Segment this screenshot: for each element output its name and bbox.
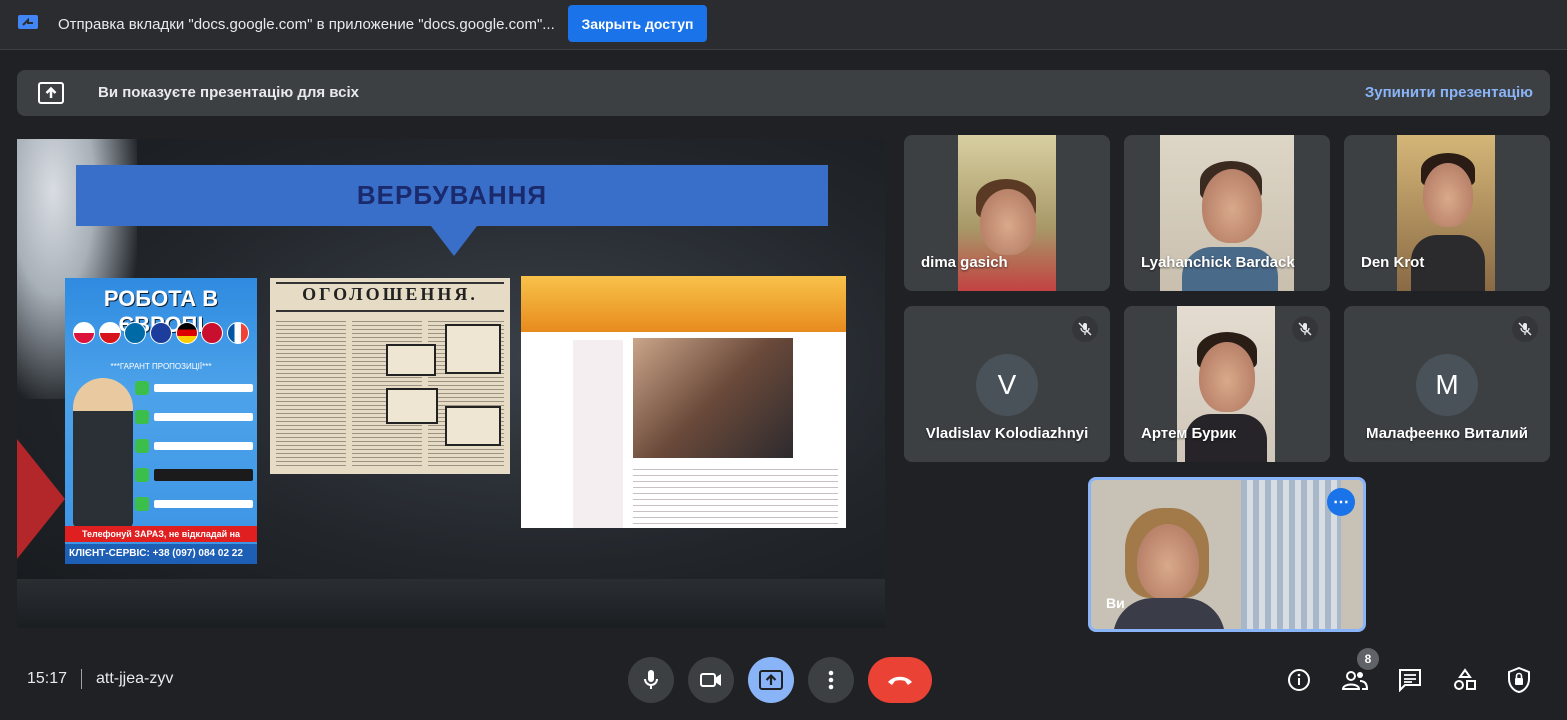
present-now-button[interactable] bbox=[748, 657, 794, 703]
participant-tile[interactable]: V Vladislav Kolodiazhnyi bbox=[904, 306, 1110, 462]
website-couple-photo bbox=[633, 338, 793, 458]
participant-count-badge: 8 bbox=[1357, 648, 1379, 670]
meeting-time: 15:17 bbox=[27, 670, 68, 687]
host-controls-button[interactable] bbox=[1503, 664, 1535, 696]
newspaper-ad-box bbox=[386, 344, 436, 376]
slide-floor bbox=[17, 579, 885, 628]
poster-check-item bbox=[135, 434, 253, 458]
flag-germany bbox=[175, 322, 198, 344]
website-header bbox=[521, 276, 846, 332]
poster-flags bbox=[73, 322, 249, 344]
poster-check-item bbox=[135, 492, 253, 516]
presentation-banner: Ви показуєте презентацію для всіх Зупини… bbox=[17, 70, 1550, 116]
slide-title-box: ВЕРБУВАННЯ bbox=[76, 165, 828, 226]
meeting-details-button[interactable] bbox=[1283, 664, 1315, 696]
newspaper-ad-box bbox=[386, 388, 438, 424]
participant-name: dima gasich bbox=[921, 254, 1008, 271]
slide-red-shape bbox=[17, 439, 65, 559]
divider bbox=[81, 669, 82, 689]
leave-call-button[interactable] bbox=[868, 657, 932, 703]
stop-sharing-button[interactable]: Закрыть доступ bbox=[568, 5, 707, 42]
info-icon bbox=[1288, 669, 1310, 691]
mic-off-icon bbox=[1292, 316, 1318, 342]
camera-icon bbox=[700, 673, 721, 687]
camera-button[interactable] bbox=[688, 657, 734, 703]
participant-name: Артем Бурик bbox=[1141, 425, 1237, 442]
self-view-tile[interactable]: ⋯ Ви bbox=[1088, 477, 1366, 632]
more-options-icon[interactable]: ⋯ bbox=[1327, 488, 1355, 516]
poster-check-item bbox=[135, 376, 253, 400]
poster-client-line: КЛІЄНТ-СЕРВІС: +38 (097) 084 02 22 bbox=[65, 544, 257, 564]
activities-icon bbox=[1454, 668, 1476, 690]
self-view-background-curtain bbox=[1241, 480, 1341, 629]
present-icon bbox=[759, 670, 783, 690]
slide-title: ВЕРБУВАННЯ bbox=[356, 180, 548, 210]
mic-icon bbox=[644, 670, 658, 689]
self-view-name: Ви bbox=[1106, 595, 1125, 611]
people-icon bbox=[1341, 671, 1369, 690]
participant-avatar: V bbox=[976, 354, 1038, 416]
newspaper-rule bbox=[276, 310, 504, 312]
mic-off-icon bbox=[1512, 316, 1538, 342]
poster-check-item bbox=[135, 405, 253, 429]
flag-czech bbox=[98, 322, 121, 344]
flag-poland bbox=[73, 322, 95, 344]
flag-eu bbox=[149, 322, 172, 344]
chat-button[interactable] bbox=[1394, 664, 1426, 696]
presented-slide: ВЕРБУВАННЯ РОБОТА В ЄВРОПІ ***ГАРАНТ ПРО… bbox=[17, 139, 885, 628]
slide-down-arrow bbox=[431, 226, 477, 256]
presentation-message: Ви показуєте презентацію для всіх bbox=[98, 84, 359, 101]
more-options-button[interactable] bbox=[808, 657, 854, 703]
hangup-icon bbox=[888, 676, 912, 685]
participant-avatar: M bbox=[1416, 354, 1478, 416]
dating-website-image bbox=[521, 276, 846, 528]
flag-sweden bbox=[124, 322, 147, 344]
mic-off-icon bbox=[1072, 316, 1098, 342]
newspaper-ad-box bbox=[445, 324, 501, 374]
microphone-button[interactable] bbox=[628, 657, 674, 703]
newspaper-ad-box bbox=[445, 406, 501, 446]
participant-name: Den Krot bbox=[1361, 254, 1425, 271]
present-to-all-icon bbox=[38, 82, 64, 104]
meeting-code: att-jjea-zyv bbox=[96, 670, 174, 687]
chat-icon bbox=[1399, 669, 1421, 692]
participant-name: Vladislav Kolodiazhnyi bbox=[925, 425, 1089, 442]
flag-denmark bbox=[201, 322, 224, 344]
poster-call-line: Телефонуй ЗАРАЗ, не відкладай на завтра! bbox=[65, 526, 257, 555]
participant-tile[interactable]: dima gasich bbox=[904, 135, 1110, 291]
participant-tile[interactable]: Lyahanchick Bardack bbox=[1124, 135, 1330, 291]
participant-tile[interactable]: Den Krot bbox=[1344, 135, 1550, 291]
participant-tile[interactable]: Артем Бурик bbox=[1124, 306, 1330, 462]
poster-woman-image bbox=[73, 378, 133, 528]
poster-checklist bbox=[135, 376, 253, 521]
newspaper-ads-image: ОГОЛОШЕННЯ. bbox=[270, 278, 510, 474]
activities-button[interactable] bbox=[1449, 664, 1481, 696]
newspaper-heading: ОГОЛОШЕННЯ. bbox=[302, 284, 478, 304]
flag-france bbox=[226, 322, 249, 344]
participant-tile[interactable]: M Малафеенко Виталий bbox=[1344, 306, 1550, 462]
stop-presentation-link[interactable]: Зупинити презентацію bbox=[1365, 84, 1533, 101]
sharing-message: Отправка вкладки "docs.google.com" в при… bbox=[58, 16, 555, 33]
more-vert-icon bbox=[828, 670, 834, 690]
tab-sharing-bar: Отправка вкладки "docs.google.com" в при… bbox=[0, 0, 1567, 50]
poster-check-item bbox=[135, 463, 253, 487]
website-text-block bbox=[633, 464, 838, 524]
poster-guarantee: ***ГАРАНТ ПРОПОЗИЦІЇ*** bbox=[110, 362, 212, 371]
newspaper-column bbox=[276, 318, 346, 466]
participant-name: Малафеенко Виталий bbox=[1366, 425, 1528, 442]
website-sidebar bbox=[573, 340, 623, 528]
participant-name: Lyahanchick Bardack bbox=[1141, 254, 1295, 271]
screen-share-icon bbox=[18, 15, 38, 29]
bottom-control-bar: 15:17 att-jjea-zyv bbox=[0, 650, 1567, 720]
host-controls-icon bbox=[1508, 667, 1530, 693]
job-abroad-poster: РОБОТА В ЄВРОПІ ***ГАРАНТ ПРОПОЗИЦІЇ*** … bbox=[65, 278, 257, 564]
